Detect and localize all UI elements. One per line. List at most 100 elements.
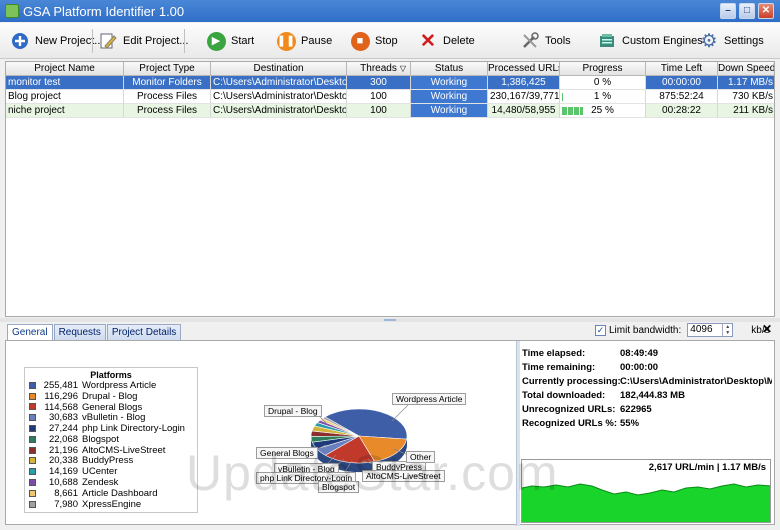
- settings-button[interactable]: ⚙ Settings: [699, 29, 763, 53]
- maximize-button[interactable]: □: [739, 3, 755, 19]
- col-time-left[interactable]: Time Left: [646, 62, 718, 76]
- custom-engines-label: Custom Engines: [622, 35, 703, 47]
- table-row[interactable]: monitor test Monitor Folders C:\Users\Ad…: [6, 76, 774, 90]
- stat-unrecognized: Unrecognized URLs: 622965: [522, 403, 772, 417]
- cell-down-speed: 211 KB/s: [718, 104, 774, 118]
- cell-status: Working: [411, 104, 488, 118]
- bandwidth-value: 4096: [690, 324, 713, 335]
- stat-label: Time remaining:: [522, 362, 596, 373]
- cell-destination: C:\Users\Administrator\Desktop\Thi: [211, 90, 347, 104]
- legend-item: 7,980 XpressEngine: [25, 499, 197, 510]
- toolbar-separator: [184, 29, 185, 53]
- table-row[interactable]: Blog project Process Files C:\Users\Admi…: [6, 90, 774, 104]
- stat-elapsed: Time elapsed: 08:49:49: [522, 347, 772, 361]
- stat-label: Total downloaded:: [522, 390, 606, 401]
- progress-text: 25 %: [591, 105, 614, 116]
- pie-label-altocms: AltoCMS-LiveStreet: [362, 470, 445, 482]
- platforms-pie-chart: Wordpress Article Drupal - Blog General …: [196, 341, 516, 526]
- legend-swatch: [29, 489, 36, 497]
- cell-time-left: 875:52:24: [646, 90, 718, 104]
- toolbar-separator: [92, 29, 93, 53]
- stat-recognized: Recognized URLs %: 55%: [522, 417, 772, 431]
- col-processed-urls[interactable]: Processed URLs: [488, 62, 560, 76]
- cell-project-name: monitor test: [6, 76, 124, 90]
- stat-label: Time elapsed:: [522, 348, 586, 359]
- legend-count: 114,568: [44, 401, 78, 413]
- leader-line: [391, 404, 409, 422]
- legend-count: 116,296: [44, 390, 78, 402]
- stop-button[interactable]: ■ Stop: [350, 29, 398, 53]
- tools-label: Tools: [545, 35, 571, 47]
- new-project-button[interactable]: New Project...: [10, 29, 103, 53]
- cell-processed: 1,386,425: [488, 76, 560, 90]
- cell-project-type: Monitor Folders: [124, 76, 211, 90]
- cell-threads: 100: [347, 90, 411, 104]
- col-project-type[interactable]: Project Type: [124, 62, 211, 76]
- speed-graph: 2,617 URL/min | 1.17 MB/s: [521, 459, 771, 523]
- legend-item: 14,169 UCenter: [25, 466, 197, 477]
- pause-button[interactable]: ❚❚ Pause: [276, 29, 332, 53]
- legend-label: Drupal - Blog: [82, 390, 138, 402]
- close-window-button[interactable]: ✕: [758, 3, 774, 19]
- legend-swatch: [29, 479, 36, 487]
- tab-project-details[interactable]: Project Details: [106, 324, 182, 340]
- vertical-splitter[interactable]: [516, 341, 520, 526]
- col-destination[interactable]: Destination: [211, 62, 347, 76]
- legend-label: AltoCMS-LiveStreet: [82, 444, 166, 456]
- legend-count: 22,068: [48, 433, 78, 445]
- legend-count: 8,661: [54, 487, 78, 499]
- tab-requests[interactable]: Requests: [53, 324, 106, 340]
- legend-count: 10,688: [48, 477, 78, 489]
- pie-label-wordpress: Wordpress Article: [392, 393, 467, 405]
- col-down-speed[interactable]: Down Speed: [718, 62, 774, 76]
- legend-item: 30,683 vBulletin - Blog: [25, 412, 197, 423]
- cell-down-speed: 730 KB/s: [718, 90, 774, 104]
- legend-label: php Link Directory-Login: [82, 423, 185, 435]
- legend-count: 20,338: [48, 455, 78, 467]
- stat-value: C:\Users\Administrator\Desktop\M: [620, 376, 772, 387]
- pause-icon: ❚❚: [276, 31, 296, 51]
- project-grid[interactable]: Project Name Project Type Destination Th…: [5, 61, 775, 317]
- spin-buttons[interactable]: ▲ ▼: [722, 324, 732, 336]
- minimize-button[interactable]: –: [720, 3, 736, 19]
- window-title: GSA Platform Identifier 1.00: [23, 3, 185, 19]
- delete-icon: ✕: [420, 30, 436, 52]
- delete-button[interactable]: ✕ Delete: [418, 29, 475, 53]
- app-icon: [5, 4, 19, 18]
- bandwidth-input[interactable]: 4096 ▲ ▼: [687, 323, 734, 337]
- legend-swatch: [29, 381, 36, 389]
- legend-count: 27,244: [48, 423, 78, 435]
- table-row[interactable]: niche project Process Files C:\Users\Adm…: [6, 104, 774, 118]
- col-progress[interactable]: Progress: [560, 62, 646, 76]
- legend-swatch: [29, 446, 36, 454]
- cell-status: Working: [411, 76, 488, 90]
- tab-general[interactable]: General: [7, 324, 53, 340]
- tools-button[interactable]: Tools: [520, 29, 571, 53]
- cell-project-name: Blog project: [6, 90, 124, 104]
- detail-tabs: General Requests Project Details: [7, 324, 182, 340]
- cell-progress: 1 %: [560, 90, 646, 104]
- legend-item: 21,196 AltoCMS-LiveStreet: [25, 445, 197, 456]
- close-panel-icon[interactable]: ✕: [762, 322, 772, 336]
- app-window: GSA Platform Identifier 1.00 – □ ✕ New P…: [0, 0, 780, 530]
- legend-swatch: [29, 468, 36, 476]
- col-project-name[interactable]: Project Name: [6, 62, 124, 76]
- delete-label: Delete: [443, 35, 475, 47]
- edit-project-label: Edit Project...: [123, 35, 189, 47]
- col-status[interactable]: Status: [411, 62, 488, 76]
- start-label: Start: [231, 35, 255, 47]
- legend-title: Platforms: [90, 370, 132, 380]
- col-threads[interactable]: Threads ▽: [347, 62, 411, 76]
- progress-bar: [562, 107, 583, 115]
- stats-panel: Time elapsed: 08:49:49 Time remaining: 00:…: [522, 347, 772, 431]
- start-button[interactable]: ▶ Start: [206, 29, 254, 53]
- cell-status: Working: [411, 90, 488, 104]
- legend-label: Zendesk: [82, 477, 119, 489]
- cell-project-type: Process Files: [124, 90, 211, 104]
- limit-bandwidth-checkbox[interactable]: ✓: [595, 324, 606, 336]
- pie-label-blogspot: Blogspot: [318, 481, 360, 493]
- edit-project-button[interactable]: Edit Project...: [98, 29, 188, 53]
- bandwidth-label: Limit bandwidth:: [609, 324, 682, 336]
- stat-label: Currently processing:: [522, 376, 621, 387]
- custom-engines-button[interactable]: Custom Engines: [597, 29, 703, 53]
